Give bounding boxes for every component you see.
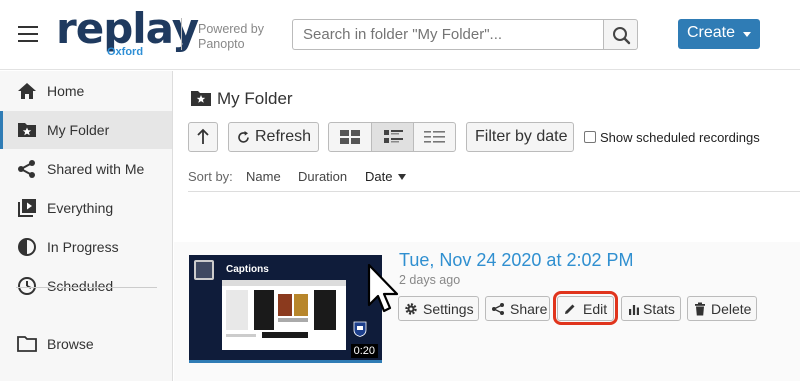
clock-icon bbox=[18, 277, 36, 295]
mouse-pointer-icon bbox=[367, 263, 399, 313]
share-button[interactable]: Share bbox=[485, 296, 550, 321]
sidebar-item-label: In Progress bbox=[47, 239, 119, 255]
select-checkbox[interactable] bbox=[194, 260, 214, 280]
menu-icon[interactable] bbox=[18, 26, 38, 42]
arrow-up-icon bbox=[197, 128, 209, 144]
logo-subtitle: Oxford bbox=[107, 46, 144, 58]
sidebar-item-scheduled[interactable]: Scheduled bbox=[0, 267, 172, 305]
sort-by-name[interactable]: Name bbox=[246, 169, 281, 184]
sidebar-item-everything[interactable]: Everything bbox=[0, 189, 172, 227]
sidebar: Home My Folder Shared with Me Everything… bbox=[0, 71, 173, 381]
gear-icon bbox=[405, 303, 417, 315]
sort-label: Sort by: bbox=[188, 169, 233, 184]
settings-label: Settings bbox=[423, 301, 474, 317]
create-button[interactable]: Create bbox=[678, 19, 760, 49]
sidebar-item-in-progress[interactable]: In Progress bbox=[0, 228, 172, 266]
sidebar-divider bbox=[16, 287, 157, 288]
sort-by-duration[interactable]: Duration bbox=[298, 169, 347, 184]
home-icon bbox=[18, 83, 36, 99]
sidebar-item-label: Scheduled bbox=[47, 278, 114, 294]
create-label: Create bbox=[687, 24, 736, 41]
filter-label: Filter by date bbox=[475, 128, 568, 145]
session-title-link[interactable]: Tue, Nov 24 2020 at 2:02 PM bbox=[399, 250, 633, 271]
search-icon bbox=[613, 27, 631, 45]
powered-by-brand: Panopto bbox=[198, 37, 245, 51]
edit-highlight-ring bbox=[553, 291, 618, 325]
sidebar-item-my-folder[interactable]: My Folder bbox=[0, 111, 172, 149]
list-view-icon bbox=[424, 131, 445, 143]
share-icon bbox=[18, 160, 35, 178]
detail-list-icon bbox=[384, 130, 403, 143]
list-divider bbox=[188, 191, 800, 192]
sort-by-date[interactable]: Date bbox=[365, 169, 392, 184]
stats-label: Stats bbox=[643, 301, 675, 317]
show-scheduled-checkbox[interactable] bbox=[584, 131, 596, 143]
up-folder-button[interactable] bbox=[188, 122, 218, 152]
folder-title-label: My Folder bbox=[217, 89, 293, 108]
refresh-label: Refresh bbox=[255, 128, 312, 145]
sidebar-item-label: Home bbox=[47, 83, 85, 99]
header-bar: replay Oxford Powered by Panopto Create bbox=[0, 0, 800, 70]
view-detailed-button[interactable] bbox=[371, 123, 414, 151]
view-mode-group bbox=[328, 122, 456, 152]
play-stack-icon bbox=[18, 199, 36, 217]
refresh-button[interactable]: Refresh bbox=[228, 122, 319, 152]
folder-star-icon bbox=[18, 123, 36, 137]
folder-icon bbox=[17, 336, 37, 352]
progress-bar bbox=[189, 360, 382, 363]
duration-badge: 0:20 bbox=[350, 344, 378, 358]
grid-view-icon bbox=[340, 130, 360, 144]
crest-icon bbox=[353, 321, 367, 337]
sidebar-item-label: Shared with Me bbox=[47, 161, 145, 177]
sort-descending-icon bbox=[398, 174, 406, 180]
session-thumbnail[interactable]: Captions 0:20 bbox=[189, 255, 382, 363]
progress-icon bbox=[18, 238, 36, 256]
view-list-button[interactable] bbox=[414, 123, 456, 151]
powered-by-label: Powered by bbox=[198, 22, 265, 36]
bar-chart-icon bbox=[629, 305, 639, 315]
sidebar-item-label: Everything bbox=[47, 200, 114, 216]
powered-by-text: Powered by Panopto bbox=[198, 22, 264, 52]
sidebar-item-shared[interactable]: Shared with Me bbox=[0, 150, 172, 188]
filter-by-date-button[interactable]: Filter by date bbox=[466, 122, 574, 152]
share-label: Share bbox=[510, 301, 548, 317]
folder-star-icon bbox=[191, 91, 211, 106]
share-icon bbox=[492, 303, 504, 315]
trash-icon bbox=[695, 302, 705, 316]
delete-label: Delete bbox=[711, 301, 752, 317]
replay-logo[interactable]: replay Oxford bbox=[56, 6, 199, 59]
header-divider bbox=[181, 18, 182, 50]
session-age: 2 days ago bbox=[399, 273, 461, 287]
sidebar-item-browse[interactable]: Browse bbox=[0, 325, 172, 363]
sidebar-item-home[interactable]: Home bbox=[0, 72, 172, 110]
chevron-down-icon bbox=[743, 32, 751, 37]
view-thumbnail-button[interactable] bbox=[329, 123, 371, 151]
delete-button[interactable]: Delete bbox=[687, 296, 757, 321]
refresh-icon bbox=[238, 131, 249, 143]
stats-button[interactable]: Stats bbox=[621, 296, 681, 321]
search-input[interactable] bbox=[292, 19, 604, 50]
sidebar-item-label: Browse bbox=[47, 336, 94, 352]
settings-button[interactable]: Settings bbox=[398, 296, 479, 321]
show-scheduled-label: Show scheduled recordings bbox=[600, 130, 760, 145]
thumbnail-caption: Captions bbox=[226, 264, 269, 275]
thumbnail-slide-preview bbox=[222, 280, 346, 350]
search-button[interactable] bbox=[603, 19, 638, 50]
sidebar-item-label: My Folder bbox=[47, 122, 110, 138]
